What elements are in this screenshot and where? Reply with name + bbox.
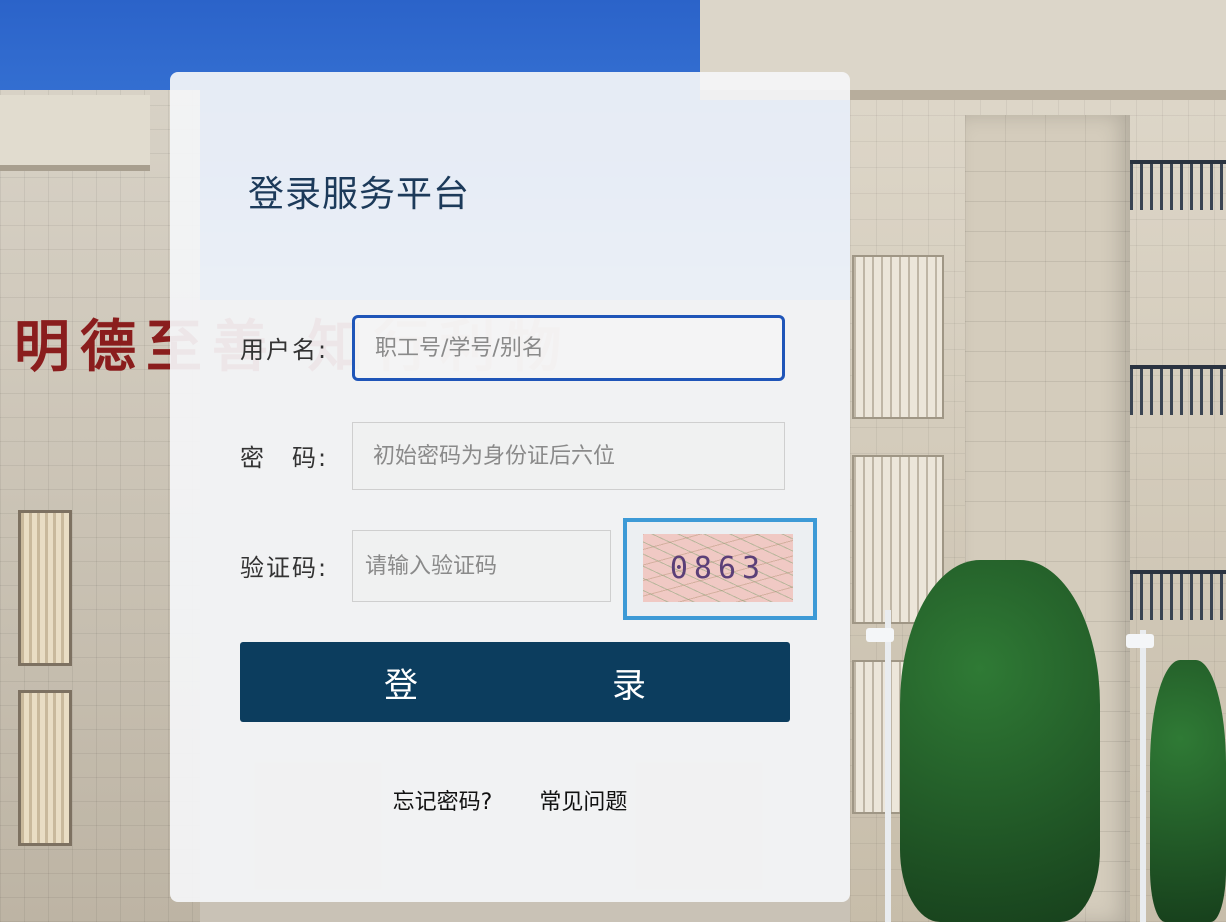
username-label: 用户名: — [240, 336, 329, 364]
balcony-rail — [1130, 365, 1226, 415]
help-links: 忘记密码? 常见问题 — [170, 784, 850, 816]
lamp-head — [1126, 634, 1154, 648]
lamp-head — [866, 628, 894, 642]
pine-tree — [900, 560, 1100, 922]
faq-link[interactable]: 常见问题 — [539, 790, 627, 815]
captcha-label: 验证码: — [240, 554, 329, 582]
balcony-rail — [1130, 160, 1226, 210]
left-roof — [0, 95, 150, 171]
captcha-image[interactable]: 0863 — [643, 534, 793, 602]
street-lamp — [885, 610, 891, 922]
window — [18, 690, 72, 846]
pine-tree — [1150, 660, 1226, 922]
login-button[interactable]: 登 录 — [240, 642, 790, 722]
balcony-rail — [1130, 570, 1226, 620]
glass-block-window — [852, 255, 944, 419]
street-lamp — [1140, 630, 1146, 922]
window — [18, 510, 72, 666]
captcha-frame[interactable]: 0863 — [623, 518, 817, 620]
password-label: 密 码: — [240, 444, 329, 472]
forgot-password-link[interactable]: 忘记密码? — [393, 790, 493, 815]
captcha-input[interactable] — [352, 530, 611, 602]
password-input[interactable] — [352, 422, 785, 490]
username-input[interactable] — [352, 315, 785, 381]
login-card: 登录服务平台 用户名: 密 码: 验证码: 0863 登 录 忘记密码? 常见问… — [170, 72, 850, 902]
page-title: 登录服务平台 — [248, 174, 471, 215]
